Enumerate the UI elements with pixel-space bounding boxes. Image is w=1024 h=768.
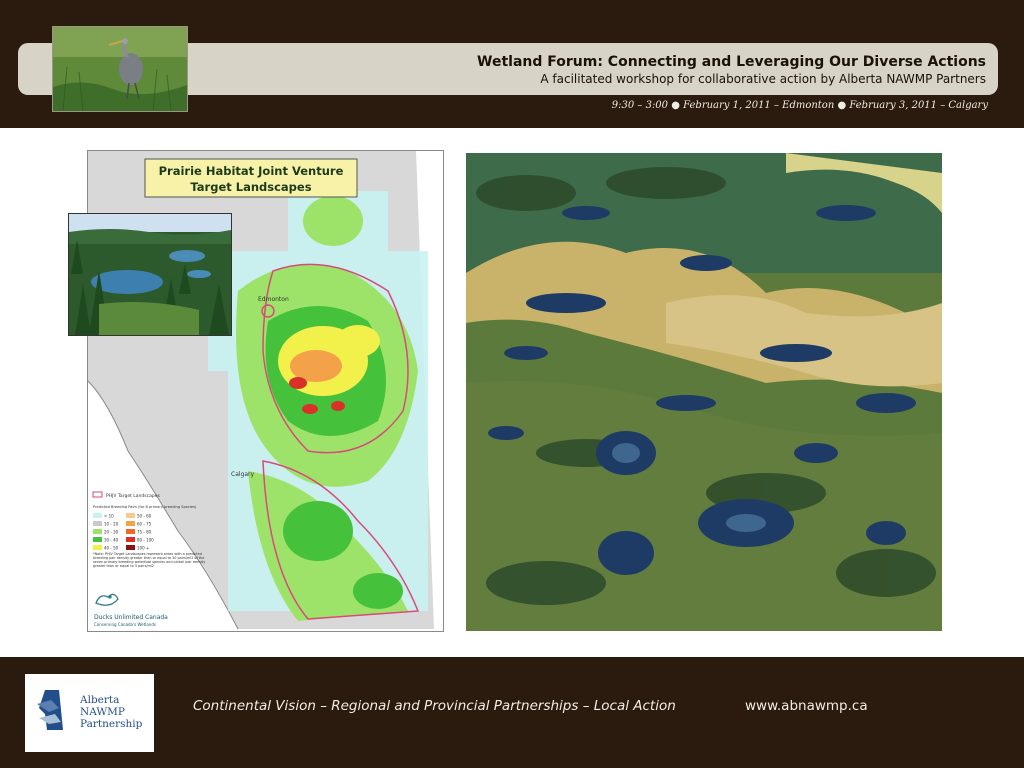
org-tagline: Conserving Canada's Wetlands — [94, 622, 156, 627]
alberta-province-icon — [37, 690, 63, 730]
city-label-calgary: Calgary — [231, 471, 254, 478]
alberta-nawmp-logo: Alberta NAWMP Partnership — [25, 674, 154, 752]
forest-wetland-photo — [68, 213, 232, 336]
map-title-line2: Target Landscapes — [190, 180, 311, 194]
logo-line-partnership: Partnership — [80, 718, 143, 730]
website-link[interactable]: www.abnawmp.ca — [745, 698, 868, 714]
legend-value: 10 - 20 — [104, 522, 119, 527]
legend-swatch — [126, 513, 135, 518]
legend-swatch — [93, 545, 102, 550]
legend-value: 60 - 75 — [137, 522, 152, 527]
legend-swatch — [126, 537, 135, 542]
map-title-box: Prairie Habitat Joint Venture Target Lan… — [144, 158, 358, 198]
page-subtitle: A facilitated workshop for collaborative… — [540, 72, 986, 86]
logo-line-alberta: Alberta — [80, 694, 120, 706]
org-name: Ducks Unlimited Canada — [94, 614, 168, 621]
footer-motto: Continental Vision – Regional and Provin… — [193, 698, 676, 714]
legend-value: 75 - 80 — [137, 530, 152, 535]
legend-swatch — [126, 545, 135, 550]
legend-note: *Note: PHJV Target Landscapes represent … — [93, 552, 206, 568]
legend-value: 40 - 50 — [104, 546, 119, 551]
legend-value: 100 + — [137, 546, 149, 551]
logo-line-nawmp: NAWMP — [80, 706, 125, 718]
legend-value: 50 - 60 — [137, 514, 152, 519]
legend-target: PHJV Target Landscapes — [106, 493, 160, 499]
legend-value: 30 - 40 — [104, 538, 119, 543]
legend-value: 80 - 100 — [137, 538, 154, 543]
heron-photo — [52, 26, 188, 112]
legend-heading: Predicted Breeding Pairs (for 6 primary … — [93, 505, 197, 509]
legend-value: < 10 — [104, 514, 114, 519]
legend-swatch — [126, 521, 135, 526]
legend-swatch — [126, 529, 135, 534]
legend-swatch — [93, 513, 102, 518]
city-label-edmonton: Edmonton — [258, 296, 289, 303]
logo-text-block: Alberta NAWMP Partnership — [80, 694, 142, 730]
page-title: Wetland Forum: Connecting and Leveraging… — [477, 54, 986, 70]
legend-swatch — [93, 537, 102, 542]
prairie-wetlands-aerial-photo — [466, 153, 942, 631]
event-dates: 9:30 – 3:00 ● February 1, 2011 – Edmonto… — [611, 100, 988, 111]
legend-swatch — [93, 529, 102, 534]
map-title-line1: Prairie Habitat Joint Venture — [159, 164, 344, 178]
legend-value: 20 - 30 — [104, 530, 119, 535]
title-block: Wetland Forum: Connecting and Leveraging… — [477, 53, 986, 87]
legend-swatch — [93, 521, 102, 526]
